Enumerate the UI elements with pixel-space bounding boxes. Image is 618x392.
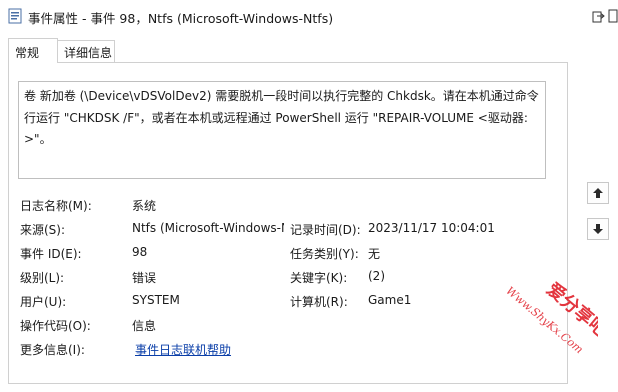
next-event-button[interactable] — [587, 218, 609, 240]
computer-value: Game1 — [368, 293, 412, 307]
tab-details[interactable]: 详细信息 — [57, 40, 115, 62]
opcode-value: 信息 — [132, 319, 157, 333]
tab-general-label: 常规 — [15, 46, 40, 60]
user-label: 用户(U): — [20, 295, 67, 309]
opcode-label: 操作代码(O): — [20, 319, 91, 333]
title-bar: 事件属性 - 事件 98，Ntfs (Microsoft-Windows-Ntf… — [0, 0, 618, 34]
log-name-label: 日志名称(M): — [20, 199, 92, 213]
level-value: 错误 — [132, 271, 157, 285]
window-title: 事件属性 - 事件 98，Ntfs (Microsoft-Windows-Ntf… — [28, 11, 334, 26]
arrow-up-icon — [593, 188, 603, 198]
task-category-value: 无 — [368, 247, 381, 261]
copy-icon[interactable] — [592, 9, 606, 23]
keywords-label: 关键字(K): — [290, 271, 348, 285]
logged-label: 记录时间(D): — [290, 223, 361, 237]
source-value: Ntfs (Microsoft-Windows-Ntfs) — [132, 221, 284, 235]
source-label: 来源(S): — [20, 223, 66, 237]
log-name-value: 系统 — [132, 199, 157, 213]
logged-value: 2023/11/17 10:04:01 — [368, 221, 495, 235]
task-category-label: 任务类别(Y): — [290, 247, 359, 261]
more-info-link[interactable]: 事件日志联机帮助 — [135, 341, 231, 358]
keywords-value: (2) — [368, 269, 385, 283]
level-label: 级别(L): — [20, 271, 65, 285]
user-value: SYSTEM — [132, 293, 180, 307]
arrow-down-icon — [593, 224, 603, 234]
computer-label: 计算机(R): — [290, 295, 348, 309]
event-properties-icon — [8, 8, 22, 24]
more-icon[interactable] — [607, 9, 618, 23]
more-info-label: 更多信息(I): — [20, 343, 85, 357]
tab-general[interactable]: 常规 — [8, 38, 58, 63]
previous-event-button[interactable] — [587, 182, 609, 204]
event-id-value: 98 — [132, 245, 148, 259]
tab-details-label: 详细信息 — [64, 46, 113, 60]
event-description[interactable]: 卷 新加卷 (\Device\vDSVolDev2) 需要脱机一段时间以执行完整… — [18, 81, 546, 179]
event-id-label: 事件 ID(E): — [20, 247, 82, 261]
